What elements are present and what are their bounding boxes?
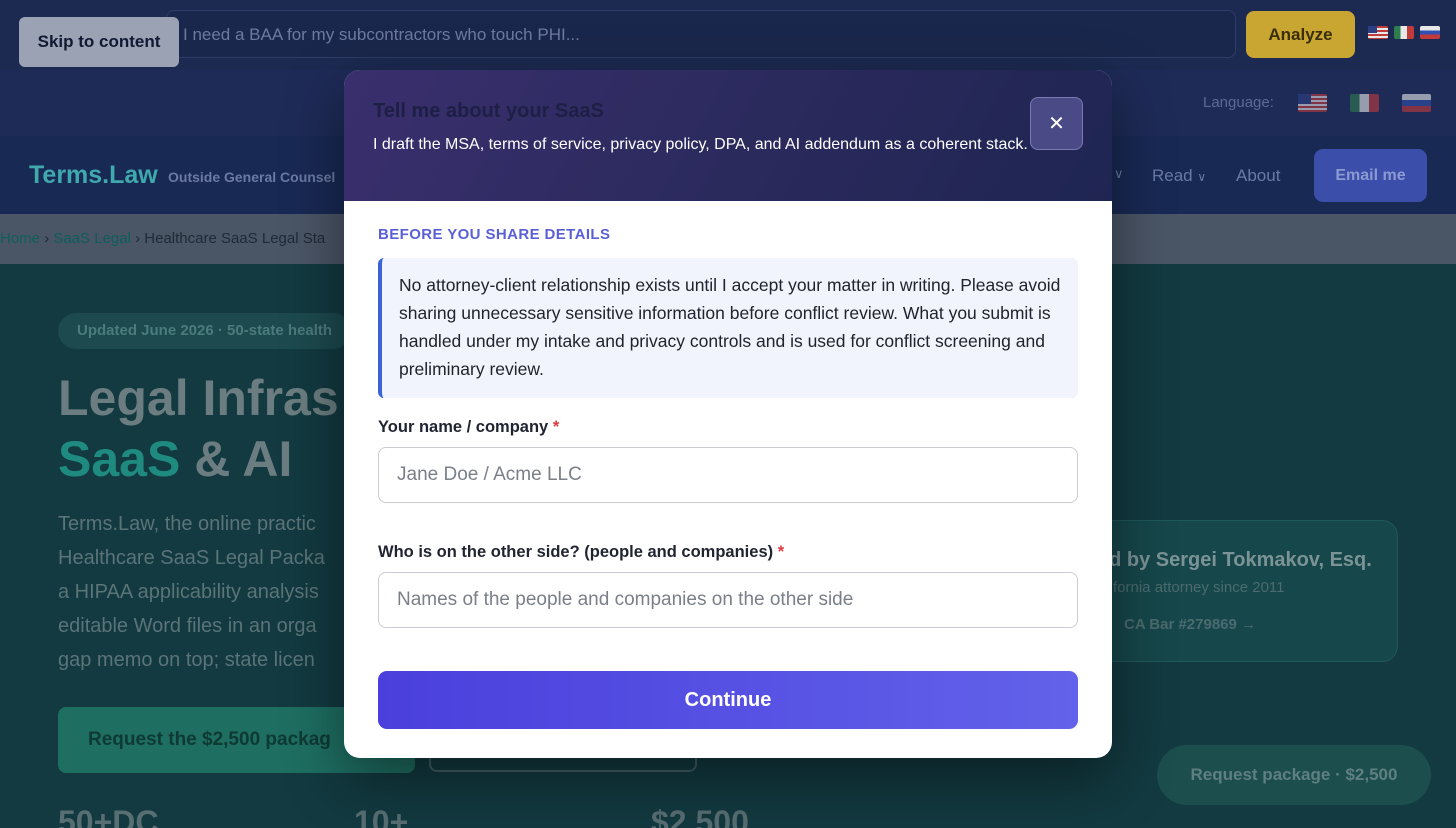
attorney-name: ed by Sergei Tokmakov, Esq. (1098, 549, 1372, 571)
stat-states: 50+DC (58, 804, 159, 828)
other-side-input[interactable] (378, 572, 1078, 628)
russia-flag-icon[interactable] (1402, 94, 1431, 112)
attorney-since: fornia attorney since 2011 (1113, 579, 1285, 596)
language-flags-small (1368, 26, 1440, 39)
analyze-button[interactable]: Analyze (1246, 11, 1355, 58)
hero-lead-line: a HIPAA applicability analysis (58, 581, 319, 603)
updated-badge: Updated June 2026 · 50-state health (58, 313, 352, 349)
continue-button[interactable]: Continue (378, 671, 1078, 729)
mexico-flag-icon[interactable] (1350, 94, 1379, 112)
privacy-notice: No attorney-client relationship exists u… (378, 258, 1078, 398)
mexico-flag-icon[interactable] (1394, 26, 1414, 39)
breadcrumb-saas-legal[interactable]: SaaS Legal (53, 230, 131, 247)
hero-lead-line: Terms.Law, the online practic (58, 513, 316, 535)
brand-tagline: Outside General Counsel (168, 169, 336, 185)
breadcrumb-current: Healthcare SaaS Legal Sta (144, 230, 326, 247)
stat-count: 10+ (354, 804, 409, 828)
bar-number-link[interactable]: CA Bar #279869 → (1124, 616, 1256, 633)
email-me-button[interactable]: Email me (1314, 149, 1427, 202)
breadcrumb-home[interactable]: Home (0, 230, 40, 247)
hero-lead-line: editable Word files in an orga (58, 615, 317, 637)
name-company-input[interactable] (378, 447, 1078, 503)
hero-heading-rest: & AI (194, 431, 293, 487)
us-flag-icon[interactable] (1368, 26, 1388, 39)
skip-to-content-link[interactable]: Skip to content (19, 17, 179, 67)
modal-subtitle: I draft the MSA, terms of service, priva… (373, 136, 1028, 153)
chevron-down-icon: ∨ (1197, 170, 1207, 184)
top-search-bar: I need a BAA for my subcontractors who t… (0, 0, 1456, 70)
intake-modal: Tell me about your SaaS I draft the MSA,… (344, 70, 1112, 758)
hero-heading-line2: SaaS & AI (58, 430, 292, 488)
russia-flag-icon[interactable] (1420, 26, 1440, 39)
breadcrumb-separator: › (44, 230, 50, 247)
hero-heading-line1: Legal Infras (58, 370, 339, 426)
name-field-label: Your name / company * (378, 418, 560, 436)
intake-search-input[interactable]: I need a BAA for my subcontractors who t… (166, 10, 1236, 58)
hero-lead-line: Healthcare SaaS Legal Packa (58, 547, 325, 569)
floating-request-button[interactable]: Request package · $2,500 (1157, 745, 1431, 805)
stat-price: $2,500 (651, 804, 749, 828)
hero-lead-line: gap memo on top; state licen (58, 649, 315, 671)
breadcrumb-separator: › (135, 230, 141, 247)
other-side-field-label: Who is on the other side? (people and co… (378, 543, 785, 561)
hero-heading-accent: SaaS (58, 431, 181, 487)
language-label: Language: (1203, 94, 1274, 111)
section-label: BEFORE YOU SHARE DETAILS (378, 226, 611, 243)
nav-about[interactable]: About (1236, 166, 1280, 186)
required-marker: * (552, 418, 560, 436)
modal-header: Tell me about your SaaS I draft the MSA,… (344, 70, 1112, 201)
close-icon[interactable]: ✕ (1030, 97, 1083, 150)
language-flags (1298, 94, 1431, 112)
brand-logo[interactable]: Terms.Law (29, 161, 158, 190)
modal-title: Tell me about your SaaS (373, 100, 604, 122)
hero-lead: Terms.Law, the online practic Healthcare… (58, 507, 358, 677)
chevron-down-icon[interactable]: ∨ (1114, 166, 1124, 182)
required-marker: * (777, 543, 785, 561)
nav-read[interactable]: Read ∨ (1152, 166, 1206, 186)
us-flag-icon[interactable] (1298, 94, 1327, 112)
